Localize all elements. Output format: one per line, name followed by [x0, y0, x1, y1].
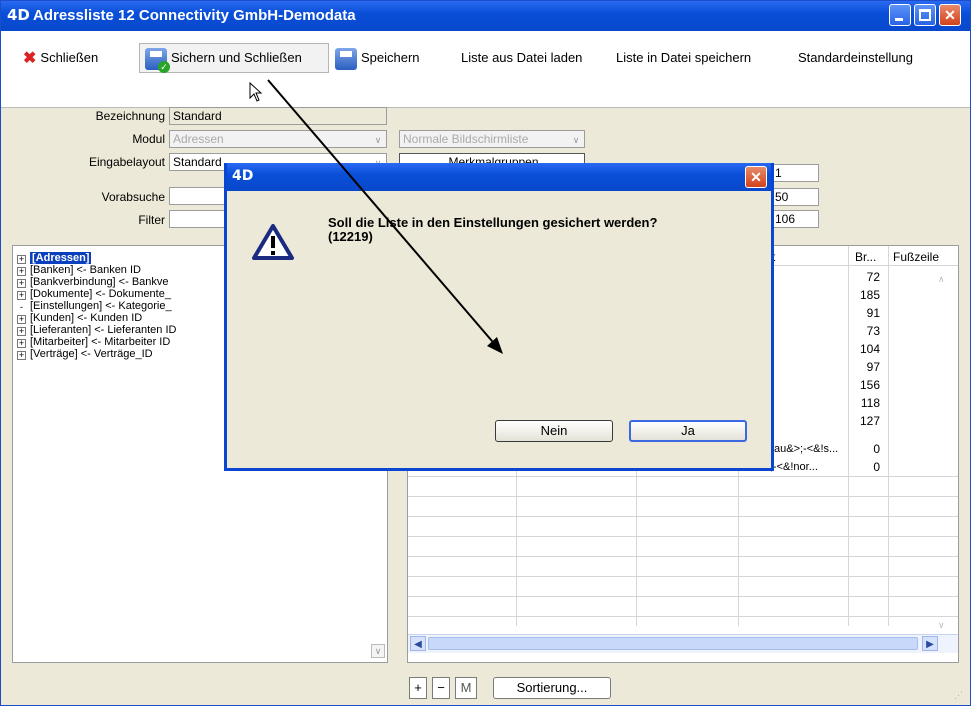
annotation-arrow [267, 79, 503, 354]
mouse-cursor-icon [249, 82, 263, 102]
